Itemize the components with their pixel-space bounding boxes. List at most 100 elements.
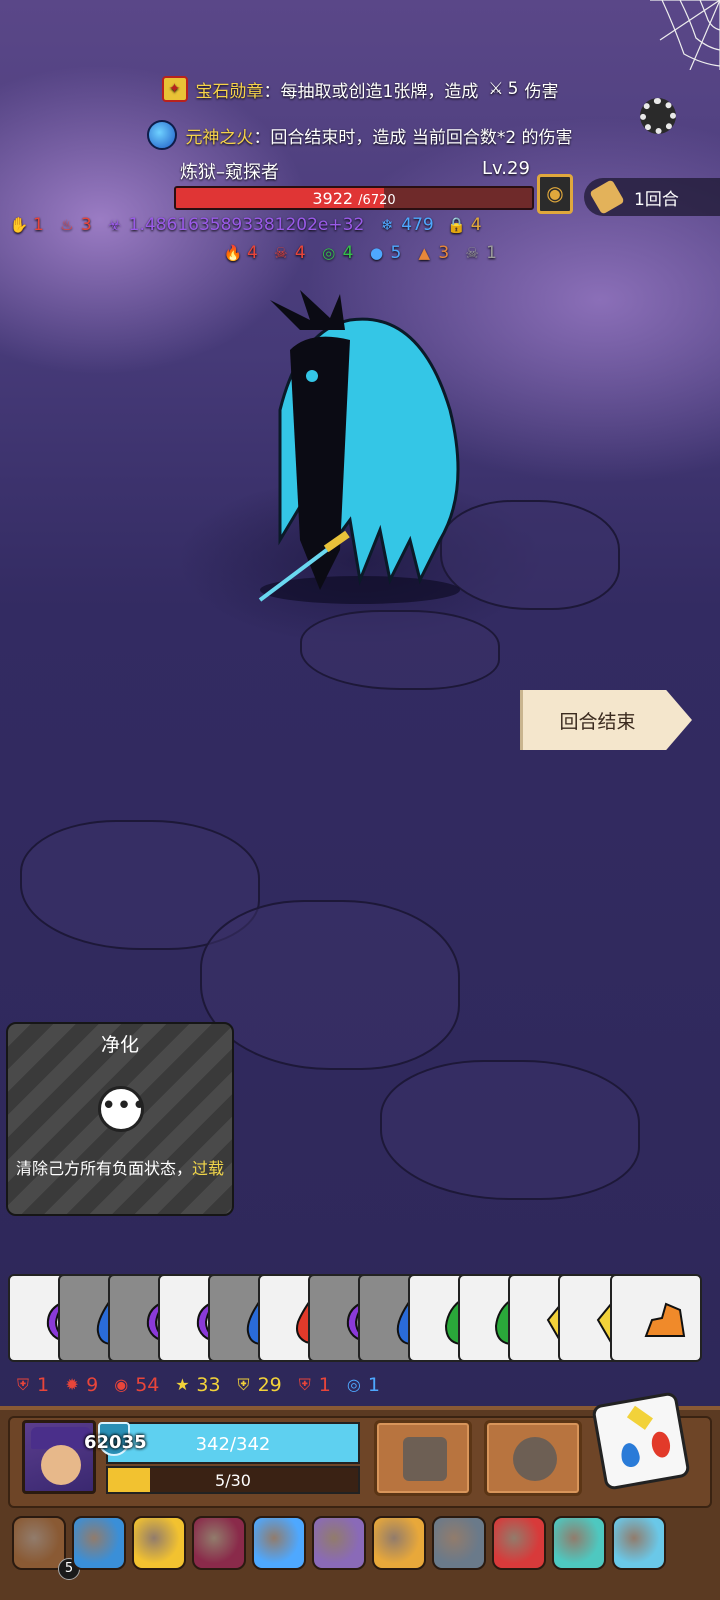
blue-target-icon: ◎ (346, 1375, 361, 1394)
dice-red-pip (649, 1430, 673, 1459)
boss-status-row-2: 🔥 4 ☠ 4 ◎ 4 ● 5 ▲ 3 ☠ 1 (222, 242, 509, 264)
crystal-relic-icon[interactable] (252, 1516, 306, 1570)
claw-icon: ✋ (9, 216, 29, 234)
buff-value: 9 (86, 1374, 99, 1396)
skill-card-desc-overload: 过载 (192, 1159, 225, 1178)
player-buff[interactable]: ✹ 9 (61, 1374, 98, 1396)
hand-card-rock[interactable] (610, 1274, 702, 1362)
end-turn-button[interactable]: 回合结束 (520, 690, 692, 750)
skill-card-desc: 清除己方所有负面状态，过载 (14, 1158, 226, 1180)
locked-slot-button[interactable] (374, 1420, 472, 1496)
peeper-monster[interactable] (240, 290, 480, 610)
lock-icon: 🔒 (447, 216, 467, 234)
status-value: 1.4861635893381202e+32 (128, 215, 365, 235)
boss-hp-max: /6720 (358, 193, 396, 208)
player-buff[interactable]: ◉ 54 (110, 1374, 159, 1396)
boss-info-book-icon[interactable]: ◉ (537, 174, 573, 214)
turn-counter: 1回合 (584, 178, 720, 216)
boss-hp-current: 3922 (312, 189, 354, 208)
gold-shield-icon: ⛨ (237, 1375, 250, 1394)
burn-icon: ▲ (418, 244, 431, 262)
status-value: 1 (486, 243, 497, 263)
boss-status-effect[interactable]: 🔥 4 (222, 242, 258, 264)
buff-value: 1 (318, 1374, 331, 1396)
element-dice-button[interactable] (591, 1391, 691, 1491)
poison-icon: ☣ (107, 216, 122, 234)
cube-relic-icon[interactable] (432, 1516, 486, 1570)
boss-hp-bar: 3922 /6720 (174, 186, 534, 210)
gem-medal-name: 宝石勋章 (195, 81, 264, 102)
boss-hp-text: 3922 /6720 (176, 189, 532, 208)
boss-status-effect[interactable]: ✋ 1 (8, 214, 44, 236)
wood-shield-relic-icon[interactable]: 5 (12, 1516, 80, 1580)
bracelet-relic-icon[interactable] (492, 1516, 546, 1570)
boss-status-effect[interactable]: 🔒 4 (446, 214, 481, 236)
player-buff[interactable]: ◎ 1 (343, 1374, 380, 1396)
player-buff[interactable]: ★ 33 (171, 1374, 220, 1396)
gear-burst-icon: ✹ (65, 1375, 79, 1394)
blue-cloud-relic-icon[interactable] (72, 1516, 126, 1570)
status-value: 4 (247, 243, 258, 263)
dice-blue-pip (619, 1441, 642, 1469)
skill-card-preview[interactable]: 净化 ••• 清除己方所有负面状态，过载 (6, 1022, 234, 1216)
skill-card-desc-main: 清除己方所有负面状态， (15, 1159, 192, 1178)
turn-label: 1回合 (634, 189, 679, 210)
cobweb-icon (650, 0, 720, 70)
lock-icon (403, 1437, 447, 1481)
scroll-icon (589, 179, 625, 215)
rock-icon (644, 1302, 686, 1337)
boss-status-effect[interactable]: ◎ 4 (318, 242, 353, 264)
gear-burst-icon (513, 1437, 557, 1481)
boss-status-effect[interactable]: ☠ 4 (270, 242, 306, 264)
status-value: 3 (438, 243, 450, 263)
status-value: 3 (80, 215, 92, 235)
vortex-icon: ◎ (322, 244, 336, 262)
snowflake-icon: ❄ (380, 216, 394, 234)
red-shield-icon: ⛨ (298, 1375, 311, 1394)
hand-cards (8, 1274, 708, 1364)
boss-status-effect[interactable]: ❄ 479 (376, 214, 434, 236)
boss-name: 炼狱–窥探者 (180, 162, 279, 183)
spirit-fire-effect: 元神之火 ：回合结束时，造成 当前回合数*2 的伤害 (0, 120, 720, 150)
player-buff[interactable]: ⛨ 1 (294, 1374, 331, 1396)
background-stone (380, 1060, 640, 1200)
boss-status-effect[interactable]: ● 5 (365, 242, 401, 264)
spellbook-relic-icon[interactable] (372, 1516, 426, 1570)
player-face (41, 1445, 81, 1485)
buff-value: 54 (135, 1374, 160, 1396)
more-dots-icon: ••• (98, 1086, 147, 1132)
boss-status-effect[interactable]: ☣ 1.4861635893381202e+32 (104, 214, 365, 236)
gear-slot-button[interactable] (484, 1420, 582, 1496)
spirit-fire-icon (147, 120, 178, 150)
status-value: 1 (33, 215, 44, 235)
sword-icon: ⚔ (488, 79, 504, 99)
player-exp-text: 5/30 (215, 1471, 251, 1490)
dagger-relic-icon[interactable] (612, 1516, 666, 1570)
skill-card-title: 净化 (100, 1034, 139, 1056)
boss-status-effect[interactable]: ♨ 3 (56, 214, 92, 236)
settings-gear-icon[interactable] (640, 98, 676, 134)
gold-ring-relic-icon[interactable] (132, 1516, 186, 1570)
player-buff[interactable]: ⛨ 1 (12, 1374, 49, 1396)
shield-heart-icon: ⛨ (16, 1375, 29, 1394)
boss-status-effect[interactable]: ☠ 1 (461, 242, 497, 264)
boss-level: Lv.29 (482, 158, 530, 179)
player-buff[interactable]: ⛨ 29 (233, 1374, 282, 1396)
ring-shield-icon: ◉ (114, 1375, 129, 1394)
dice-yellow-pip (626, 1405, 653, 1430)
player-buffs: ⛨ 1 ✹ 9 ◉ 54 ★ 33 ⛨ 29 ⛨ 1 ◎ 1 (12, 1374, 392, 1396)
demon-icon: ☠ (274, 244, 288, 262)
purple-stone-relic-icon[interactable] (312, 1516, 366, 1570)
gem-medal-suffix: 伤害 (524, 81, 559, 102)
player-shield-value: 62035 (84, 1432, 147, 1453)
armor-relic-icon[interactable] (192, 1516, 246, 1570)
buff-value: 29 (257, 1374, 282, 1396)
background-stone (200, 900, 460, 1070)
relic-bar: 5 (12, 1508, 712, 1584)
flame-icon: ♨ (60, 216, 74, 234)
axe-relic-icon[interactable] (552, 1516, 606, 1570)
boss-status-effect[interactable]: ▲ 3 (413, 242, 450, 264)
buff-value: 1 (367, 1374, 380, 1396)
buff-value: 1 (37, 1374, 50, 1396)
boss-status-row-1: ✋ 1 ♨ 3 ☣ 1.4861635893381202e+32 ❄ 479 🔒 4 (8, 214, 494, 236)
